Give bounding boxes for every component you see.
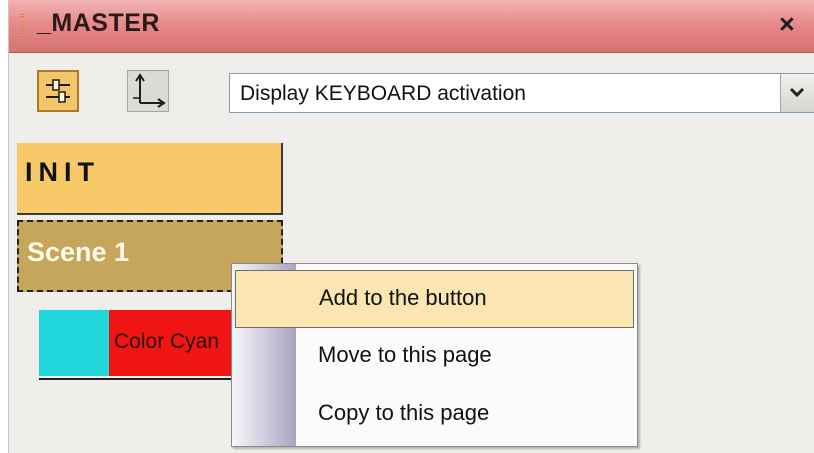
display-mode-select[interactable]: Display KEYBOARD activation (229, 73, 814, 113)
menu-item-label: Add to the button (319, 285, 487, 310)
init-scene-button[interactable]: INIT (17, 143, 283, 215)
panel-title-bar[interactable]: _MASTER × (9, 0, 814, 53)
menu-item-copy-to-page[interactable]: Copy to this page (235, 386, 634, 444)
drag-grip-icon[interactable] (19, 14, 25, 40)
mixer-toggle-button[interactable] (37, 70, 79, 112)
scene-1-label: Scene 1 (27, 237, 130, 267)
menu-item-move-to-page[interactable]: Move to this page (235, 328, 634, 386)
color-label: Color Cyan (114, 330, 220, 353)
axes-icon (133, 73, 166, 108)
menu-item-label: Copy to this page (318, 400, 490, 425)
close-button[interactable]: × (779, 9, 795, 40)
mixer-sliders-icon (46, 79, 70, 103)
display-mode-value: Display KEYBOARD activation (240, 82, 526, 105)
axes-toggle-button[interactable] (127, 70, 169, 112)
color-swatch (39, 310, 109, 376)
menu-item-add-to-button[interactable]: Add to the button (235, 270, 634, 328)
context-menu: Add to the button Move to this page Copy… (231, 263, 638, 447)
panel-title: _MASTER (37, 9, 160, 37)
dropdown-arrow-button[interactable] (780, 74, 814, 112)
menu-item-label: Move to this page (318, 342, 492, 367)
chevron-down-icon (789, 87, 805, 98)
init-scene-label: INIT (25, 157, 100, 187)
